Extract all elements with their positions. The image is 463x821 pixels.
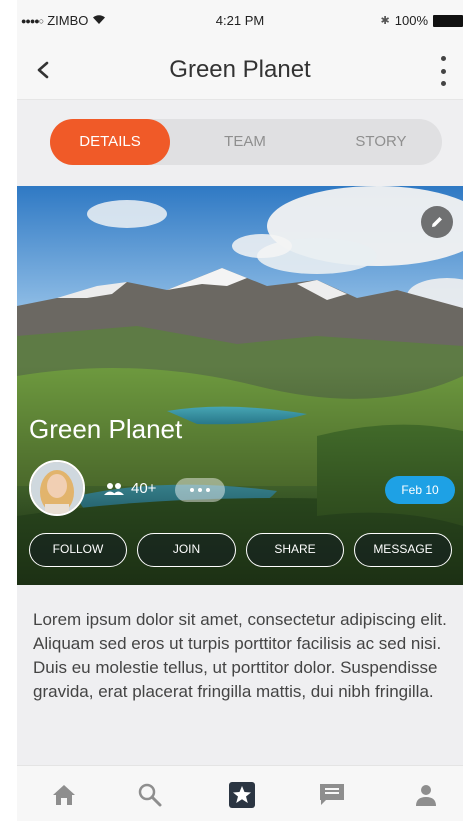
members-count-label: 40+ [131, 480, 157, 497]
bluetooth-icon: ✱ [380, 15, 390, 27]
home-icon [53, 785, 75, 805]
more-options-button[interactable] [435, 56, 451, 86]
dot-icon [190, 488, 194, 492]
description-text: Lorem ipsum dolor sit amet, consectetur … [33, 610, 447, 701]
pencil-icon [432, 217, 442, 227]
members-more-button[interactable] [175, 478, 225, 502]
members-count: 40+ [103, 480, 156, 497]
tab-home[interactable] [49, 780, 79, 810]
chat-icon [320, 784, 344, 805]
message-button[interactable]: MESSAGE [354, 533, 452, 567]
more-dot-icon [440, 56, 446, 61]
bottom-tab-bar [17, 765, 463, 821]
nav-bar: Green Planet [17, 42, 463, 100]
search-icon [138, 783, 162, 807]
tab-search[interactable] [135, 780, 165, 810]
profile-icon [416, 785, 436, 806]
dot-icon [198, 488, 202, 492]
join-button[interactable]: JOIN [137, 533, 236, 567]
share-button[interactable]: SHARE [246, 533, 344, 567]
segmented-tabs: DETAILS TEAM STORY [50, 119, 442, 165]
star-icon [229, 782, 255, 808]
action-buttons: FOLLOW JOIN SHARE MESSAGE [29, 533, 452, 567]
group-icon [104, 482, 124, 495]
avatar-image [31, 462, 83, 514]
battery-label: 100% [394, 13, 428, 28]
date-badge: Feb 10 [385, 476, 455, 504]
phone-screen: ●●●●○ ZIMBO 4:21 PM ✱ 100% Green Planet … [17, 0, 463, 821]
hero-card: Green Planet 40+ Feb 10 FOLLOW JOIN SHAR… [17, 186, 463, 585]
dot-icon [206, 488, 210, 492]
tab-team[interactable]: TEAM [170, 119, 320, 165]
tab-details[interactable]: DETAILS [50, 119, 170, 165]
edit-button[interactable] [421, 206, 453, 238]
tab-favorites[interactable] [227, 780, 257, 810]
status-bar: ●●●●○ ZIMBO 4:21 PM ✱ 100% [17, 0, 463, 42]
tab-profile[interactable] [411, 780, 441, 810]
hero-title: Green Planet [29, 414, 183, 444]
status-right: ✱ 100% [381, 13, 463, 28]
hero-gradient-overlay [17, 186, 463, 585]
tab-messages[interactable] [317, 780, 347, 810]
follow-button[interactable]: FOLLOW [29, 533, 127, 567]
avatar[interactable] [29, 460, 85, 516]
battery-icon [433, 14, 463, 27]
more-dot-icon [440, 81, 446, 86]
more-dot-icon [440, 68, 446, 74]
page-title: Green Planet [169, 56, 311, 83]
tab-story[interactable]: STORY [320, 119, 442, 165]
